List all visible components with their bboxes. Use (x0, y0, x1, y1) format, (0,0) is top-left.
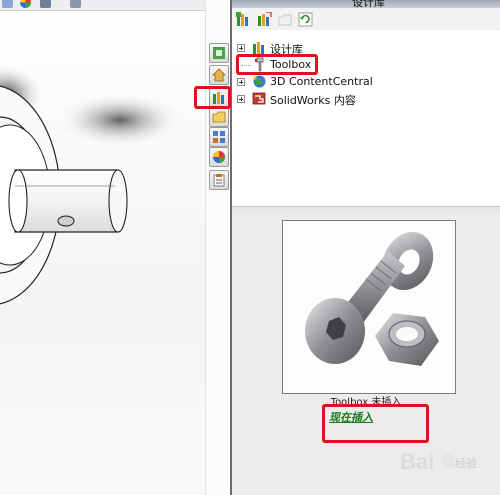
appearances-tab[interactable] (209, 147, 229, 167)
tree-item-label: SolidWorks 内容 (270, 94, 356, 107)
highlight-insert-now-link (322, 404, 429, 443)
expand-icon[interactable] (237, 78, 245, 86)
add-file-location-icon[interactable] (257, 12, 272, 27)
part-model (0, 63, 185, 305)
custom-properties-icon (213, 174, 225, 187)
highlight-toolbox-item (236, 54, 318, 75)
design-library-toolbar (232, 8, 500, 30)
create-folder-icon[interactable] (278, 12, 293, 27)
globe-icon (253, 75, 266, 88)
expand-icon[interactable] (237, 95, 245, 103)
solidworks-content-icon (252, 92, 266, 105)
file-explorer-tab[interactable] (209, 107, 229, 127)
watermark-text: 经验 (455, 457, 477, 470)
svg-text:Bai: Bai (400, 449, 434, 474)
solidworks-resources-tab[interactable] (209, 43, 229, 63)
file-explorer-icon (212, 111, 226, 123)
solidworks-resources-icon (213, 47, 225, 59)
home-icon (212, 68, 226, 82)
home-tab[interactable] (209, 65, 229, 85)
tree-item-solidworks-content[interactable]: SolidWorks 内容 (232, 91, 500, 107)
shadow-right (55, 92, 185, 148)
appearances-icon (213, 151, 225, 163)
baidu-watermark-logo: Bai (400, 449, 455, 474)
graphics-area[interactable] (0, 0, 205, 495)
view-palette-icon (213, 131, 225, 143)
highlight-design-library-tab (194, 86, 231, 109)
tree-item-label: 3D ContentCentral (270, 75, 373, 88)
add-to-library-icon[interactable] (236, 12, 251, 27)
view-palette-tab[interactable] (209, 127, 229, 147)
bolt-nut-washer-image (305, 231, 439, 366)
task-pane-tabs (205, 0, 231, 495)
toolbox-preview-image (282, 220, 456, 394)
custom-properties-tab[interactable] (209, 170, 229, 190)
refresh-icon[interactable] (298, 12, 313, 27)
expand-icon[interactable] (237, 44, 245, 52)
tree-item-3d-contentcentral[interactable]: 3D ContentCentral (232, 74, 500, 90)
design-library-icon (253, 42, 264, 54)
panel-title-bar: 设计库 (232, 0, 500, 9)
